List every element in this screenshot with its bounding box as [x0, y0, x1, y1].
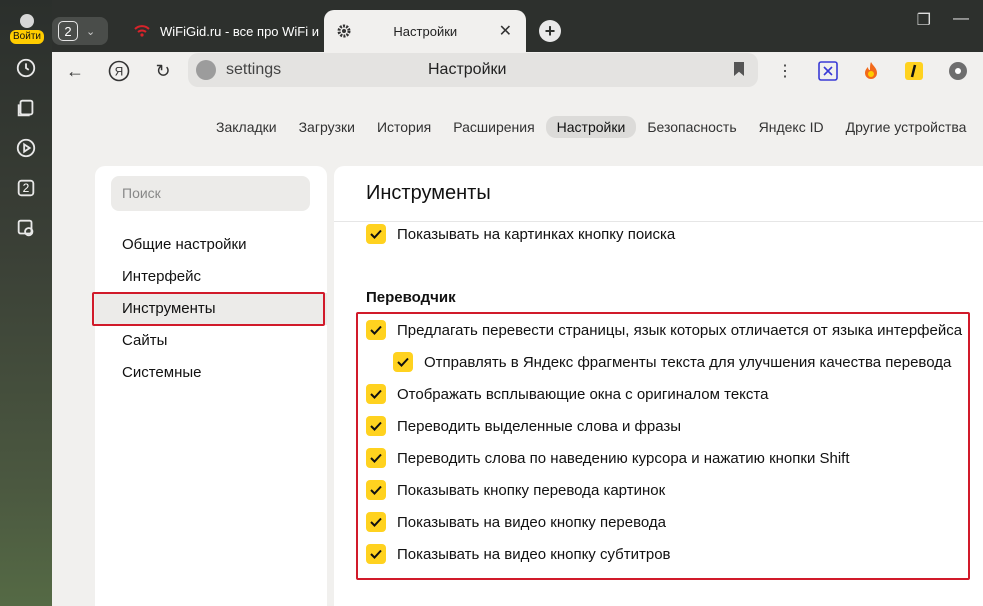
gear-icon: [337, 24, 351, 38]
extension-fire-icon[interactable]: [860, 60, 882, 82]
close-tab-icon[interactable]: ✕: [499, 21, 512, 41]
tab-groups-button[interactable]: 2 ⌄: [52, 17, 108, 45]
user-avatar-icon: [20, 14, 34, 28]
nav-bookmarks[interactable]: Закладки: [205, 116, 288, 138]
back-arrow-icon[interactable]: ←: [62, 58, 88, 84]
extension-l-icon[interactable]: [903, 60, 925, 82]
minimize-icon[interactable]: —: [953, 10, 969, 30]
nav-extensions[interactable]: Расширения: [442, 116, 545, 138]
address-page-title: Настройки: [428, 61, 507, 78]
tab-count-badge: 2: [58, 21, 78, 41]
tab-settings[interactable]: Настройки ✕: [324, 10, 526, 52]
nav-other-devices[interactable]: Другие устройства: [835, 116, 978, 138]
chevron-down-icon: ⌄: [86, 25, 96, 38]
extension-leaf-icon[interactable]: [947, 60, 969, 82]
restore-tabs-icon[interactable]: ❐: [917, 10, 931, 30]
wifi-favicon-icon: [134, 25, 150, 37]
sidebar-item-interface[interactable]: Интерфейс: [95, 261, 327, 293]
tab-title: WiFiGid.ru - все про WiFi и: [159, 23, 319, 39]
sidebar-item-sites[interactable]: Сайты: [95, 325, 327, 357]
settings-search-input[interactable]: Поиск: [111, 176, 310, 211]
section-title: Инструменты: [366, 182, 491, 204]
nav-downloads[interactable]: Загрузки: [288, 116, 366, 138]
nav-history[interactable]: История: [366, 116, 442, 138]
nav-security[interactable]: Безопасность: [636, 116, 747, 138]
login-button[interactable]: Войти: [9, 14, 45, 48]
bookmark-icon[interactable]: [734, 62, 744, 76]
tabs-count-icon[interactable]: 2: [14, 176, 38, 200]
translator-heading: Переводчик: [366, 289, 456, 306]
toolbar: ← Я ↻ settings Настройки ⋮: [52, 52, 983, 90]
tabs-count-text: 2: [22, 181, 30, 195]
screenshot-icon[interactable]: [14, 216, 38, 240]
tab-wifigid[interactable]: WiFiGid.ru - все про WiFi и: [134, 17, 319, 45]
extension-close-icon[interactable]: [817, 60, 839, 82]
svg-text:Я: Я: [115, 65, 124, 79]
nav-yandex-id[interactable]: Яндекс ID: [748, 116, 835, 138]
browser-side-panel: Войти 2: [0, 0, 52, 606]
login-label: Войти: [10, 30, 44, 44]
highlight-box-menu: [92, 292, 325, 326]
new-tab-button[interactable]: +: [539, 20, 561, 42]
settings-sidebar: Поиск Общие настройки Интерфейс Инструме…: [95, 166, 327, 606]
media-play-icon[interactable]: [14, 136, 38, 160]
option-label: Показывать на картинках кнопку поиска: [397, 225, 676, 243]
nav-settings[interactable]: Настройки: [545, 116, 637, 138]
reload-icon[interactable]: ↻: [150, 58, 176, 84]
checkbox-checked-icon[interactable]: [366, 224, 386, 244]
more-menu-icon[interactable]: ⋮: [774, 60, 796, 82]
sidebar-item-general[interactable]: Общие настройки: [95, 229, 327, 261]
window-controls: ❐ —: [917, 10, 969, 30]
tab-bar: 2 ⌄ WiFiGid.ru - все про WiFi и Настройк…: [52, 0, 983, 52]
settings-top-nav: Закладки Загрузки История Расширения Нас…: [205, 116, 977, 138]
address-url: settings: [226, 61, 282, 78]
yandex-logo-button[interactable]: Я: [106, 58, 132, 84]
tab-title: Настройки: [393, 23, 458, 39]
sidebar-item-system[interactable]: Системные: [95, 357, 327, 389]
option-search-on-images[interactable]: Показывать на картинках кнопку поиска: [366, 224, 675, 244]
history-icon[interactable]: [14, 56, 38, 80]
address-bar[interactable]: settings Настройки: [188, 53, 758, 87]
highlight-box-translator: [356, 312, 970, 580]
site-info-icon[interactable]: [196, 60, 216, 80]
divider: [334, 221, 983, 222]
collections-icon[interactable]: [14, 96, 38, 120]
